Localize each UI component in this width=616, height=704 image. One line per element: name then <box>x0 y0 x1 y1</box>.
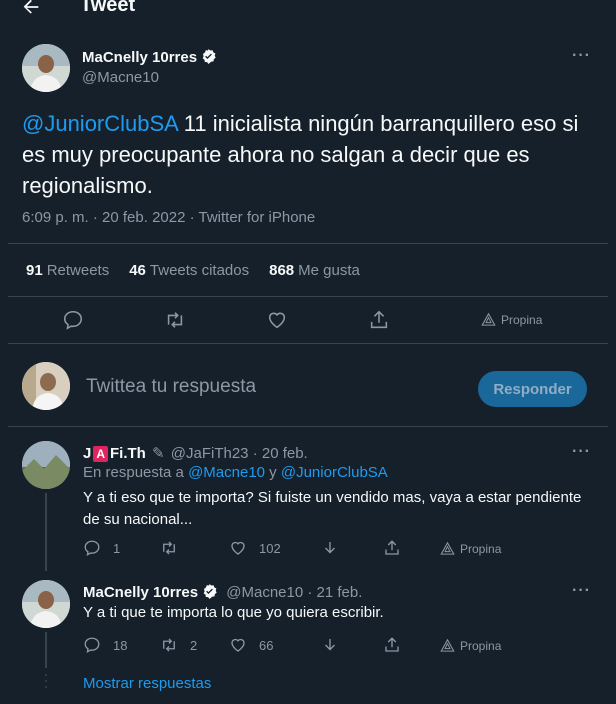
reply-icon <box>84 637 100 654</box>
user-avatar[interactable] <box>22 362 70 410</box>
page-title: Tweet <box>80 0 136 16</box>
verified-badge-icon <box>200 48 217 65</box>
thread-line <box>45 632 47 668</box>
author-avatar[interactable] <box>22 44 70 92</box>
reply-avatar[interactable] <box>22 441 70 489</box>
likes-stat[interactable]: 868 Me gusta <box>269 262 360 279</box>
more-options-icon[interactable]: ··· <box>572 582 591 600</box>
retweet-icon <box>163 541 175 555</box>
reply-to-user-link[interactable]: @JuniorClubSA <box>281 464 388 481</box>
reply-text: Y a ti que te importa lo que yo quiera e… <box>83 604 384 621</box>
like-icon <box>231 638 245 652</box>
reply-avatar[interactable] <box>22 580 70 628</box>
like-icon <box>231 541 245 555</box>
reply-icon[interactable] <box>62 309 84 331</box>
reply-like-button[interactable]: 102 <box>229 539 281 557</box>
quotes-stat[interactable]: 46 Tweets citados <box>129 262 249 279</box>
divider <box>8 426 608 427</box>
pen-icon: ✎ <box>152 445 165 462</box>
top-bar: Tweet <box>0 0 616 20</box>
reply-like-button[interactable]: 66 <box>229 636 273 654</box>
more-options-icon[interactable]: ··· <box>572 443 591 461</box>
retweet-icon[interactable] <box>164 309 186 331</box>
reply-share-button[interactable] <box>383 539 401 557</box>
retweets-stat[interactable]: 91 Retweets <box>26 262 109 279</box>
mention-link[interactable]: @JuniorClubSA <box>22 111 178 136</box>
reply-share-button[interactable] <box>383 636 401 654</box>
verified-badge-icon <box>201 583 218 600</box>
share-icon <box>385 637 399 652</box>
reply-header: MaCnelly 10rres @Macne10 · 21 feb. <box>83 583 362 601</box>
divider <box>8 296 608 297</box>
tweet-stats: 91 Retweets 46 Tweets citados 868 Me gusta <box>26 262 360 279</box>
share-icon[interactable] <box>368 309 390 331</box>
back-button[interactable] <box>20 0 44 18</box>
arrow-down-icon <box>325 639 335 651</box>
reply-input[interactable] <box>86 376 446 398</box>
reply-to-user-link[interactable]: @Macne10 <box>188 464 265 481</box>
more-options-icon[interactable]: ··· <box>572 47 591 65</box>
reply-text: Y a ti eso que te importa? Si fuiste un … <box>83 489 582 528</box>
reply-reply-button[interactable]: 18 <box>83 636 127 654</box>
author-handle[interactable]: @Macne10 <box>82 69 159 86</box>
retweet-icon <box>163 638 175 652</box>
show-replies-link[interactable]: Mostrar respuestas <box>83 675 211 692</box>
divider <box>8 243 608 244</box>
thread-continuation-dots <box>44 674 48 694</box>
reply-author-name[interactable]: J A Fi.Th <box>83 445 146 462</box>
share-icon <box>385 540 399 555</box>
reply-author-name[interactable]: MaCnelly 10rres <box>83 584 198 601</box>
tweet-text: @JuniorClubSA 11 inicialista ningún barr… <box>22 111 579 198</box>
reply-reply-button[interactable]: 1 <box>83 539 120 557</box>
arrow-down-icon <box>325 542 335 554</box>
replying-to: En respuesta a @Macne10 y @JuniorClubSA <box>83 464 388 481</box>
tip-icon <box>440 638 455 652</box>
author-name[interactable]: MaCnelly 10rres <box>82 49 197 66</box>
reply-tip-button[interactable]: Propina <box>440 541 501 556</box>
reply-button[interactable]: Responder <box>478 371 587 407</box>
like-icon[interactable] <box>266 309 288 331</box>
reply-handle-date[interactable]: @Macne10 · 21 feb. <box>226 584 362 601</box>
reply-icon <box>84 540 100 557</box>
reply-retweet-button[interactable] <box>160 539 190 557</box>
divider <box>8 343 608 344</box>
reply-downvote-button[interactable] <box>321 636 339 654</box>
reply-handle-date[interactable]: @JaFiTh23 · 20 feb. <box>171 445 308 462</box>
tip-button[interactable]: Propina <box>481 312 542 327</box>
reply-downvote-button[interactable] <box>321 539 339 557</box>
reply-header: J A Fi.Th ✎ @JaFiTh23 · 20 feb. <box>83 444 308 462</box>
tip-icon <box>481 312 496 326</box>
reply-tip-button[interactable]: Propina <box>440 638 501 653</box>
reply-retweet-button[interactable]: 2 <box>160 636 197 654</box>
tweet-timestamp[interactable]: 6:09 p. m. · 20 feb. 2022 · Twitter for … <box>22 209 315 226</box>
tip-icon <box>440 541 455 555</box>
arrow-left-icon <box>23 0 39 14</box>
thread-line <box>45 493 47 571</box>
